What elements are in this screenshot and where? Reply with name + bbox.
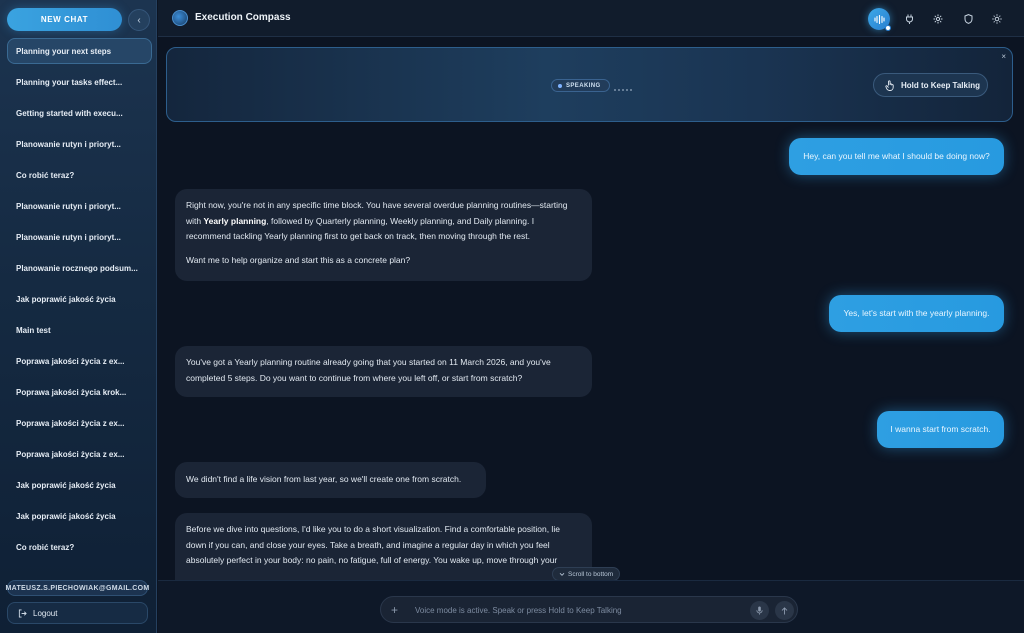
- chat-item[interactable]: Main test: [7, 317, 152, 343]
- voice-active-indicator: [885, 25, 891, 31]
- logout-label: Logout: [33, 608, 58, 618]
- chat-item[interactable]: Planowanie rutyn i prioryt...: [7, 131, 152, 157]
- voice-mode-button[interactable]: [868, 8, 891, 31]
- app-title: Execution Compass: [195, 12, 291, 23]
- message-paragraph: Before we dive into questions, I'd like …: [186, 524, 560, 565]
- message-paragraph: Want me to help organize and start this …: [186, 254, 411, 265]
- logout-icon: [18, 608, 27, 618]
- message-paragraph: You've got a Yearly planning routine alr…: [186, 357, 551, 383]
- message-paragraph: Right now, you're not in any specific ti…: [186, 200, 568, 241]
- speaking-status-badge: SPEAKING: [551, 79, 610, 92]
- scroll-to-bottom-label: Scroll to bottom: [568, 570, 614, 578]
- chat-item[interactable]: Poprawa jakości życia z ex...: [7, 410, 152, 436]
- chat-item[interactable]: Jak poprawić jakość życia: [7, 286, 152, 312]
- hand-pointer-icon: [885, 79, 894, 91]
- chat-item[interactable]: Planning your tasks effect...: [7, 69, 152, 95]
- shield-icon: [964, 14, 972, 24]
- assistant-message: We didn't find a life vision from last y…: [175, 462, 486, 498]
- app-logo-icon: [172, 10, 188, 26]
- chat-item[interactable]: Poprawa jakości życia z ex...: [7, 348, 152, 374]
- status-dot-icon: [558, 83, 562, 88]
- sun-icon: [992, 14, 1002, 24]
- collapse-sidebar-button[interactable]: ‹: [128, 9, 150, 31]
- chat-item[interactable]: Planowanie rutyn i prioryt...: [7, 193, 152, 219]
- audio-level-indicator: [614, 89, 632, 91]
- user-email-badge: MATEUSZ.S.PIECHOWIAK@GMAIL.COM: [5, 580, 149, 596]
- privacy-button[interactable]: [957, 8, 979, 30]
- chevron-left-icon: ‹: [137, 14, 141, 26]
- chat-item[interactable]: Planning your next steps: [7, 38, 152, 64]
- chat-item[interactable]: Jak poprawić jakość życia: [7, 472, 152, 498]
- chat-item[interactable]: Co robić teraz?: [7, 534, 152, 560]
- speaking-status-label: SPEAKING: [566, 82, 601, 89]
- assistant-message: Before we dive into questions, I'd like …: [175, 513, 592, 580]
- logout-button[interactable]: Logout: [7, 602, 148, 624]
- send-button[interactable]: [775, 601, 794, 620]
- user-message: Hey, can you tell me what I should be do…: [789, 138, 1004, 175]
- settings-button[interactable]: [927, 8, 949, 30]
- microphone-button[interactable]: [750, 601, 769, 620]
- hold-to-talk-label: Hold to Keep Talking: [901, 80, 980, 90]
- attach-plus-icon[interactable]: +: [391, 603, 398, 617]
- waveform-icon: [873, 14, 885, 24]
- top-bar: Execution Compass: [158, 0, 1024, 37]
- message-composer: +: [380, 596, 798, 623]
- close-banner-icon[interactable]: ×: [1001, 52, 1006, 61]
- chat-item[interactable]: Planowanie rocznego podsum...: [7, 255, 152, 281]
- integrations-button[interactable]: [898, 8, 920, 30]
- chat-item[interactable]: Poprawa jakości życia z ex...: [7, 441, 152, 467]
- arrow-up-icon: [781, 606, 788, 614]
- voice-mode-banner: × SPEAKING Hold to Keep Talking: [166, 47, 1013, 122]
- sidebar: NEW CHAT ‹ Planning your next steps Plan…: [0, 0, 157, 633]
- user-message: I wanna start from scratch.: [877, 411, 1004, 448]
- message-text: Hey, can you tell me what I should be do…: [803, 150, 990, 161]
- chat-item[interactable]: Planowanie rutyn i prioryt...: [7, 224, 152, 250]
- plug-icon: [905, 14, 913, 24]
- new-chat-button[interactable]: NEW CHAT: [7, 8, 122, 31]
- theme-toggle-button[interactable]: [986, 8, 1008, 30]
- chevron-down-icon: [559, 572, 565, 576]
- user-message: Yes, let's start with the yearly plannin…: [829, 295, 1004, 332]
- chat-item[interactable]: Getting started with execu...: [7, 100, 152, 126]
- microphone-icon: [756, 606, 763, 615]
- message-text: Yes, let's start with the yearly plannin…: [843, 307, 990, 318]
- gear-icon: [933, 14, 943, 24]
- message-paragraph: We didn't find a life vision from last y…: [186, 474, 462, 484]
- chat-item[interactable]: Jak poprawić jakość życia: [7, 503, 152, 529]
- message-text: I wanna start from scratch.: [890, 423, 991, 434]
- hold-to-talk-button[interactable]: Hold to Keep Talking: [873, 73, 988, 97]
- chat-item[interactable]: Co robić teraz?: [7, 162, 152, 188]
- message-input[interactable]: [415, 602, 735, 618]
- chat-item[interactable]: Poprawa jakości życia krok...: [7, 379, 152, 405]
- scroll-to-bottom-button[interactable]: Scroll to bottom: [552, 567, 621, 581]
- assistant-message: You've got a Yearly planning routine alr…: [175, 346, 592, 397]
- assistant-message: Right now, you're not in any specific ti…: [175, 189, 592, 281]
